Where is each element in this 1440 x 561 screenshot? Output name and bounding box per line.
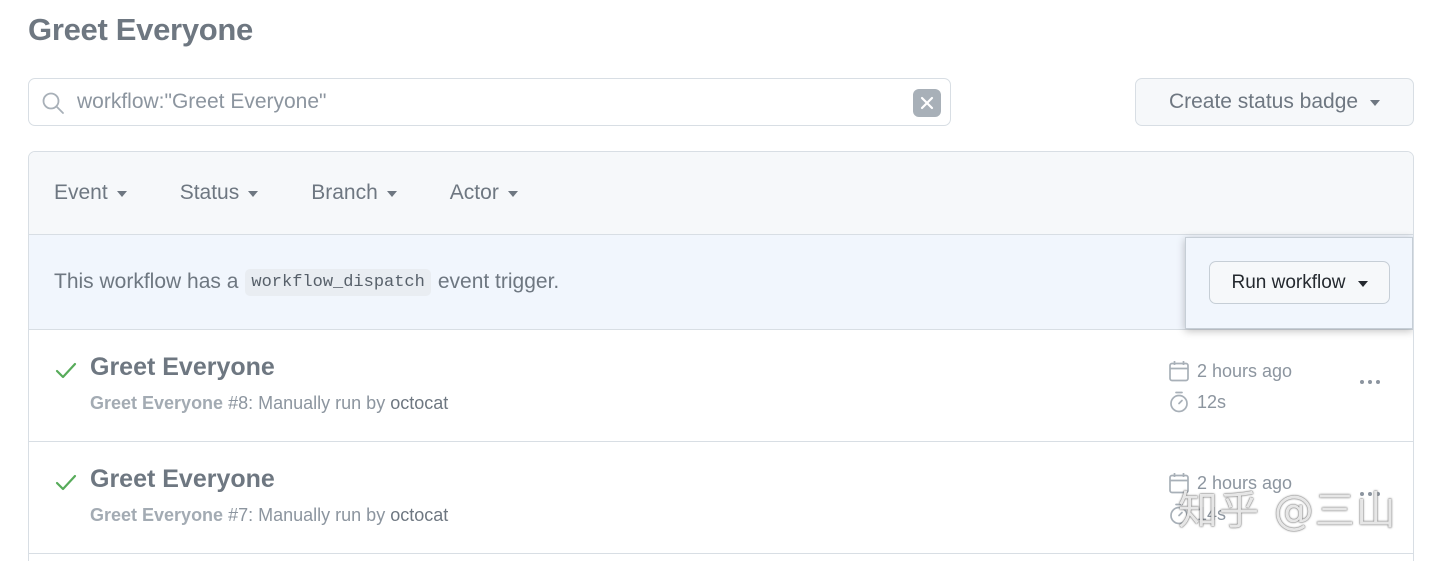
run-title-link[interactable]: Greet Everyone (90, 353, 275, 382)
kebab-menu-button[interactable] (1354, 370, 1386, 394)
create-status-badge-label: Create status badge (1168, 90, 1359, 113)
table-row[interactable]: Greet Everyone Greet Everyone #8: Manual… (29, 330, 1413, 442)
run-title-link[interactable]: Greet Everyone (90, 465, 275, 494)
dispatch-text-after: event trigger. (437, 270, 560, 293)
search-box[interactable] (28, 78, 951, 126)
run-workflow-name: Greet Everyone (90, 505, 224, 525)
search-input[interactable] (77, 85, 897, 119)
page-title: Greet Everyone (28, 12, 253, 47)
run-description: : Manually run by (248, 393, 386, 413)
run-workflow-highlight: Run workflow (1185, 237, 1413, 329)
run-actor-link[interactable]: octocat (390, 505, 448, 525)
stopwatch-icon (1170, 391, 1188, 413)
run-description: : Manually run by (248, 505, 386, 525)
filter-event[interactable]: Event (54, 181, 127, 205)
run-workflow-name: Greet Everyone (90, 393, 224, 413)
filter-branch[interactable]: Branch (311, 181, 397, 205)
run-workflow-label: Run workflow (1231, 271, 1346, 293)
run-subtitle: Greet Everyone #8: Manually run by octoc… (90, 393, 448, 414)
filter-label: Actor (449, 181, 499, 204)
watermark: 知乎 @三山 (1178, 488, 1397, 534)
filter-label: Branch (311, 181, 378, 204)
run-duration: 12s (1168, 391, 1226, 413)
filter-label: Event (54, 181, 108, 204)
run-number: #7 (228, 505, 249, 525)
x-icon (920, 96, 934, 110)
caret-down-icon (507, 191, 518, 197)
caret-down-icon (386, 191, 397, 197)
caret-down-icon (248, 191, 259, 197)
caret-down-icon (1357, 280, 1368, 287)
create-status-badge-button[interactable]: Create status badge (1135, 78, 1414, 126)
caret-down-icon (116, 191, 127, 197)
run-time: 2 hours ago (1168, 360, 1292, 382)
dispatch-code: workflow_dispatch (245, 268, 431, 296)
search-icon (41, 91, 65, 115)
filter-bar: Event Status Branch Actor (29, 152, 1413, 235)
dispatch-text-before: This workflow has a (54, 270, 239, 293)
run-workflow-button[interactable]: Run workflow (1209, 261, 1390, 304)
caret-down-icon (1370, 100, 1381, 106)
run-time-text: 2 hours ago (1197, 360, 1293, 381)
dispatch-banner: This workflow has a workflow_dispatch ev… (29, 235, 1413, 330)
run-subtitle: Greet Everyone #7: Manually run by octoc… (90, 505, 448, 526)
run-number: #8 (228, 393, 249, 413)
clear-search-button[interactable] (913, 89, 941, 117)
check-icon (55, 474, 77, 491)
filter-label: Status (179, 181, 240, 204)
run-actor-link[interactable]: octocat (390, 393, 448, 413)
filter-actor[interactable]: Actor (450, 181, 518, 205)
calendar-icon (1169, 361, 1189, 382)
run-duration-text: 12s (1197, 391, 1227, 412)
filter-status[interactable]: Status (180, 181, 259, 205)
check-icon (55, 362, 77, 379)
